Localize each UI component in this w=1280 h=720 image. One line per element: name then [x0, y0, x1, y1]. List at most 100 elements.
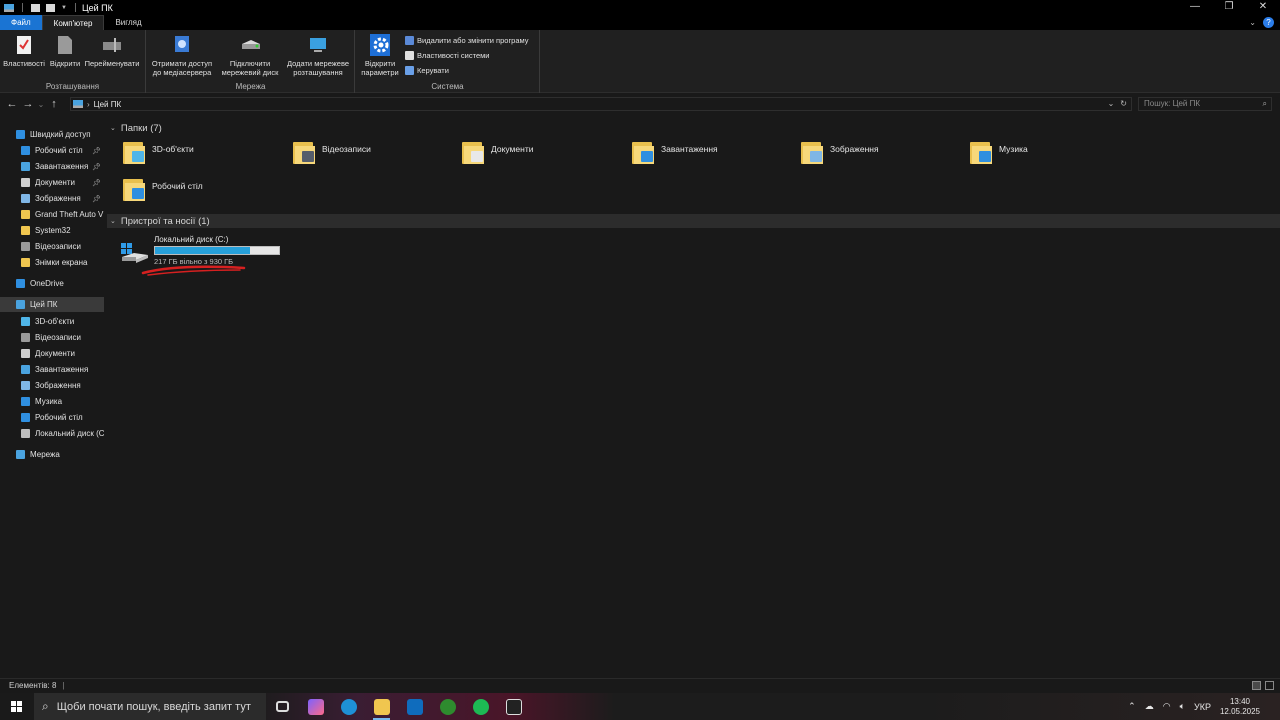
sidebar-item[interactable]: Зображення 📌︎ [0, 191, 104, 206]
manage-button[interactable]: Керувати [405, 66, 449, 75]
folder-item[interactable]: Зображення [800, 140, 965, 172]
recent-locations-chevron-icon[interactable]: ⌄ [36, 100, 46, 109]
quick-access-toolbar-dropdown-icon[interactable]: ▼ [61, 5, 67, 11]
ribbon-group-network: Отримати доступ до медіасервера Підключи… [147, 30, 355, 93]
folder-item[interactable]: Музика [969, 140, 1134, 172]
sidebar-item[interactable]: Grand Theft Auto V [0, 207, 104, 222]
add-network-location-button[interactable]: Додати мережеве розташування [283, 34, 353, 77]
rename-button[interactable]: Перейменувати [84, 34, 140, 68]
tab-computer[interactable]: Комп'ютер [41, 15, 105, 30]
volume-icon[interactable]: 🔈︎ [1180, 701, 1185, 712]
media-server-button[interactable]: Отримати доступ до медіасервера [149, 34, 215, 77]
folder-item[interactable]: Робочий стіл [122, 177, 287, 209]
taskbar-app-xbox[interactable] [431, 693, 464, 720]
sidebar-item[interactable]: Музика [0, 394, 104, 409]
maximize-button[interactable]: ❐ [1212, 0, 1246, 15]
media-server-icon [172, 34, 192, 56]
sidebar-item[interactable]: Відеозаписи [0, 330, 104, 345]
group-label-location: Розташування [45, 82, 100, 91]
folder-item[interactable]: Відеозаписи [292, 140, 457, 172]
taskbar-app-spotify[interactable] [464, 693, 497, 720]
new-folder-quick-icon[interactable] [46, 3, 55, 12]
details-view-icon[interactable] [1252, 681, 1261, 690]
ribbon-tabs: Файл Комп'ютер Вигляд ⌄ ? [0, 15, 1280, 30]
tab-file[interactable]: Файл [0, 15, 42, 30]
pin-icon[interactable]: 📌︎ [92, 163, 101, 171]
taskbar-app-audio[interactable] [497, 693, 530, 720]
sidebar-item[interactable]: Локальний диск (C:) [0, 426, 104, 441]
sidebar-item[interactable]: Документи 📌︎ [0, 175, 104, 190]
sidebar-item[interactable]: 3D-об'єкти [0, 314, 104, 329]
network-drive-icon [240, 34, 260, 56]
sidebar-item[interactable]: Цей ПК [0, 297, 104, 312]
close-button[interactable]: ✕ [1246, 0, 1280, 15]
address-field[interactable]: › Цей ПК ⌄ ↻ [70, 97, 1132, 111]
properties-quick-icon[interactable] [31, 3, 40, 12]
taskbar-app-file-explorer[interactable] [365, 693, 398, 720]
expand-ribbon-icon[interactable]: ⌄ [1249, 18, 1256, 27]
sidebar-item[interactable]: Документи [0, 346, 104, 361]
help-icon[interactable]: ? [1263, 17, 1274, 28]
refresh-icon[interactable]: ↻ [1120, 99, 1127, 108]
sidebar-item-label: Завантаження [35, 365, 89, 374]
sidebar-item[interactable]: Завантаження 📌︎ [0, 159, 104, 174]
sidebar-item[interactable]: Зображення [0, 378, 104, 393]
map-network-drive-label-2: мережевий диск [221, 68, 279, 77]
sidebar-item[interactable]: Знімки екрана [0, 255, 104, 270]
sidebar-item-label: Зображення [35, 194, 81, 203]
task-view-icon [276, 701, 289, 712]
devices-section-header[interactable]: ⌄ Пристрої та носії (1) [107, 214, 1280, 228]
rename-icon [102, 34, 122, 56]
minimize-button[interactable]: — [1178, 0, 1212, 15]
taskbar-app-outlook[interactable] [398, 693, 431, 720]
sidebar-item-label: Документи [35, 349, 75, 358]
taskbar-app-edge[interactable] [332, 693, 365, 720]
sidebar-item[interactable]: Мережа [0, 447, 104, 462]
folder-item[interactable]: 3D-об'єкти [122, 140, 287, 172]
folders-section-header[interactable]: ⌄ Папки (7) [107, 121, 1280, 135]
breadcrumb-chevron-icon[interactable]: › [87, 100, 90, 109]
folder-item[interactable]: Документи [461, 140, 626, 172]
pin-icon[interactable]: 📌︎ [92, 195, 101, 203]
taskbar-app-widgets[interactable] [299, 693, 332, 720]
sidebar-item[interactable]: Завантаження [0, 362, 104, 377]
onedrive-cloud-icon[interactable]: ☁ [1145, 701, 1154, 712]
open-settings-button[interactable]: Відкрити параметри [358, 34, 402, 77]
tiles-view-icon[interactable] [1265, 681, 1274, 690]
map-network-drive-button[interactable]: Підключити мережевий диск [215, 34, 285, 77]
folder-icon [21, 210, 30, 219]
clock[interactable]: 13:40 12.05.2025 [1220, 697, 1260, 717]
sidebar-item[interactable]: Робочий стіл 📌︎ [0, 143, 104, 158]
properties-button[interactable]: Властивості [3, 34, 45, 68]
back-arrow-icon[interactable]: ← [4, 98, 20, 110]
folder-label: Відеозаписи [322, 144, 371, 154]
sidebar-item[interactable]: OneDrive [0, 276, 104, 291]
pin-icon[interactable]: 📌︎ [92, 179, 101, 187]
uninstall-program-button[interactable]: Видалити або змінити програму [405, 36, 529, 45]
breadcrumb-path[interactable]: Цей ПК [94, 100, 121, 109]
open-button[interactable]: Відкрити [47, 34, 83, 68]
computer-icon [4, 3, 14, 12]
sidebar-item[interactable]: Відеозаписи [0, 239, 104, 254]
folder-item[interactable]: Завантаження [631, 140, 796, 172]
pin-icon[interactable]: 📌︎ [92, 147, 101, 155]
start-button[interactable] [0, 693, 32, 720]
address-history-chevron-icon[interactable]: ⌄ [1108, 99, 1115, 108]
chevron-up-icon[interactable]: ⌃ [1128, 701, 1136, 712]
star-icon [16, 130, 25, 139]
sidebar-item[interactable]: Робочий стіл [0, 410, 104, 425]
taskbar-search-box[interactable]: ⌕ Щоби почати пошук, введіть запит тут [34, 693, 266, 720]
image-icon [21, 194, 30, 203]
forward-arrow-icon[interactable]: → [20, 98, 36, 110]
search-input[interactable]: Пошук: Цей ПК ⌕ [1138, 97, 1272, 111]
drive-usage-bar [154, 246, 280, 255]
up-arrow-icon[interactable]: ↑ [46, 98, 62, 110]
windows-logo-icon [10, 701, 22, 712]
sidebar-item[interactable]: System32 [0, 223, 104, 238]
task-view-button[interactable] [266, 693, 299, 720]
sidebar-item[interactable]: Швидкий доступ [0, 127, 104, 142]
wifi-icon[interactable]: ◠ [1163, 701, 1171, 712]
language-indicator[interactable]: УКР [1194, 702, 1211, 712]
system-properties-button[interactable]: Властивості системи [405, 51, 490, 60]
tab-view[interactable]: Вигляд [104, 15, 152, 30]
